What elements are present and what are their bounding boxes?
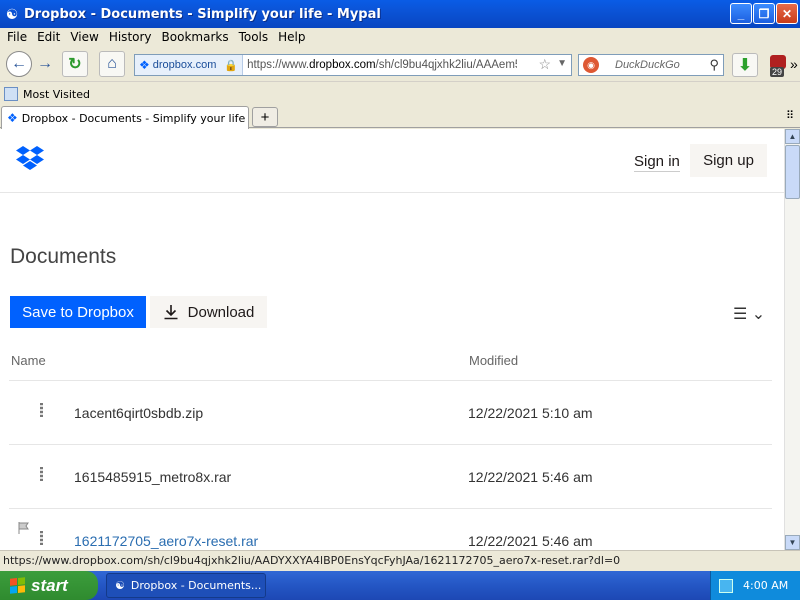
scrollbar-thumb[interactable] xyxy=(785,145,800,199)
file-name[interactable]: 1acent6qirt0sbdb.zip xyxy=(74,405,203,421)
forward-button[interactable]: → xyxy=(32,51,58,77)
file-modified: 12/22/2021 5:46 am xyxy=(468,469,593,485)
menu-edit[interactable]: Edit xyxy=(37,30,60,44)
table-row[interactable]: 1615485915_metro8x.rar 12/22/2021 5:46 a… xyxy=(9,445,772,509)
download-button[interactable]: Download xyxy=(150,296,267,328)
clock[interactable]: 4:00 AM xyxy=(743,579,788,592)
file-icon xyxy=(40,531,43,545)
url-path: /sh/cl9bu4qjxhk2liu/AAAem5vN xyxy=(375,59,518,71)
column-header-modified[interactable]: Modified xyxy=(469,353,518,368)
menu-view[interactable]: View xyxy=(70,30,98,44)
scroll-up-arrow-icon[interactable]: ▲ xyxy=(785,129,800,144)
start-button[interactable]: start xyxy=(0,571,98,600)
dropbox-logo-icon[interactable] xyxy=(16,146,44,175)
tab-label: Dropbox - Documents - Simplify your life xyxy=(21,111,246,125)
search-placeholder: DuckDuckGo xyxy=(615,59,680,71)
reload-button[interactable]: ↻ xyxy=(62,51,88,77)
sign-in-link[interactable]: Sign in xyxy=(634,153,680,172)
sign-up-button[interactable]: Sign up xyxy=(690,144,767,177)
tab-dropbox[interactable]: ❖ Dropbox - Documents - Simplify your li… xyxy=(1,106,249,129)
file-modified: 12/22/2021 5:46 am xyxy=(468,533,593,549)
url-dropdown-icon[interactable]: ▼ xyxy=(557,58,567,69)
back-button[interactable]: ← xyxy=(6,51,32,77)
taskbar-item-browser[interactable]: ☯ Dropbox - Documents... xyxy=(106,573,266,598)
taskbar: start ☯ Dropbox - Documents... 4:00 AM xyxy=(0,571,800,600)
menu-file[interactable]: File xyxy=(7,30,27,44)
download-label: Download xyxy=(187,303,255,321)
menu-history[interactable]: History xyxy=(109,30,152,44)
extension-button[interactable]: 29 xyxy=(764,53,790,77)
browser-app-icon: ☯ xyxy=(5,5,19,22)
search-bar[interactable]: ◉ DuckDuckGo ⚲ xyxy=(578,54,724,76)
browser-window: ☯ Dropbox - Documents - Simplify your li… xyxy=(0,0,800,600)
forward-icon: → xyxy=(37,55,53,72)
browser-app-icon: ☯ xyxy=(115,579,125,592)
lock-icon: 🔒 xyxy=(224,59,239,72)
overflow-menu-icon[interactable]: » xyxy=(790,56,798,72)
start-label: start xyxy=(31,575,68,595)
system-tray: 4:00 AM xyxy=(710,571,800,600)
menu-bookmarks[interactable]: Bookmarks xyxy=(162,30,229,44)
title-bar: ☯ Dropbox - Documents - Simplify your li… xyxy=(0,0,800,28)
downloads-button[interactable]: ⬇ xyxy=(732,53,758,77)
folder-title: Documents xyxy=(10,245,117,268)
file-name[interactable]: 1615485915_metro8x.rar xyxy=(74,469,231,485)
list-view-button[interactable]: ☰ ⌄ xyxy=(733,304,765,324)
header-divider xyxy=(0,192,784,193)
status-bar: https://www.dropbox.com/sh/cl9bu4qjxhk2l… xyxy=(0,550,800,570)
tab-bar: ❖ Dropbox - Documents - Simplify your li… xyxy=(0,104,800,129)
window-title: Dropbox - Documents - Simplify your life… xyxy=(24,6,381,22)
dropbox-site-icon: ❖ xyxy=(139,58,150,72)
bookmarks-toolbar: Most Visited xyxy=(0,84,800,104)
file-modified: 12/22/2021 5:10 am xyxy=(468,405,593,421)
dropbox-tab-icon: ❖ xyxy=(7,111,18,125)
home-icon: ⌂ xyxy=(107,55,117,72)
site-identity-label: dropbox.com xyxy=(152,59,217,71)
new-tab-button[interactable]: + xyxy=(252,107,278,127)
url-text[interactable]: https://www.dropbox.com/sh/cl9bu4qjxhk2l… xyxy=(247,59,517,71)
page-viewport: Sign in Sign up Documents Save to Dropbo… xyxy=(0,129,784,550)
menu-tools[interactable]: Tools xyxy=(239,30,269,44)
home-button[interactable]: ⌂ xyxy=(99,51,125,77)
taskbar-item-label: Dropbox - Documents... xyxy=(130,579,262,592)
windows-logo-icon xyxy=(10,577,25,594)
star-icon[interactable]: ☆ xyxy=(538,56,551,73)
list-view-icon: ☰ ⌄ xyxy=(733,306,766,323)
extension-badge: 29 xyxy=(769,67,784,77)
navigation-toolbar: ← → ↻ ⌂ ❖ dropbox.com 🔒 https://www.drop… xyxy=(0,46,800,82)
download-arrow-icon: ⬇ xyxy=(738,57,752,74)
network-icon[interactable] xyxy=(719,578,733,593)
vertical-scrollbar[interactable]: ▲ ▼ xyxy=(784,129,800,550)
back-icon: ← xyxy=(11,55,27,72)
save-to-dropbox-button[interactable]: Save to Dropbox xyxy=(10,296,146,328)
search-icon[interactable]: ⚲ xyxy=(709,57,719,73)
menu-bar: File Edit View History Bookmarks Tools H… xyxy=(0,28,800,46)
bookmark-most-visited[interactable]: Most Visited xyxy=(23,88,90,101)
reload-icon: ↻ xyxy=(68,56,82,73)
site-identity-button[interactable]: ❖ dropbox.com 🔒 xyxy=(135,55,244,75)
close-button[interactable]: ✕ xyxy=(776,3,798,24)
table-row[interactable]: 1acent6qirt0sbdb.zip 12/22/2021 5:10 am xyxy=(9,381,772,445)
url-host: dropbox.com xyxy=(309,59,376,71)
flag-icon xyxy=(18,522,29,534)
scroll-down-arrow-icon[interactable]: ▼ xyxy=(785,535,800,550)
download-icon xyxy=(164,305,178,320)
tab-list-icon[interactable]: ⠿ xyxy=(786,109,794,122)
url-bar[interactable]: ❖ dropbox.com 🔒 https://www.dropbox.com/… xyxy=(134,54,572,76)
duckduckgo-icon[interactable]: ◉ xyxy=(583,57,599,73)
url-prefix: https://www. xyxy=(247,59,310,71)
minimize-button[interactable]: _ xyxy=(730,3,752,24)
file-name-link[interactable]: 1621172705_aero7x-reset.rar xyxy=(74,533,258,549)
file-icon xyxy=(40,467,43,481)
menu-help[interactable]: Help xyxy=(278,30,305,44)
bookmark-folder-icon xyxy=(4,87,18,101)
table-row[interactable]: 1621172705_aero7x-reset.rar 12/22/2021 5… xyxy=(9,509,772,550)
column-header-name[interactable]: Name xyxy=(11,353,46,368)
maximize-button[interactable]: ❐ xyxy=(753,3,775,24)
file-icon xyxy=(40,403,43,417)
